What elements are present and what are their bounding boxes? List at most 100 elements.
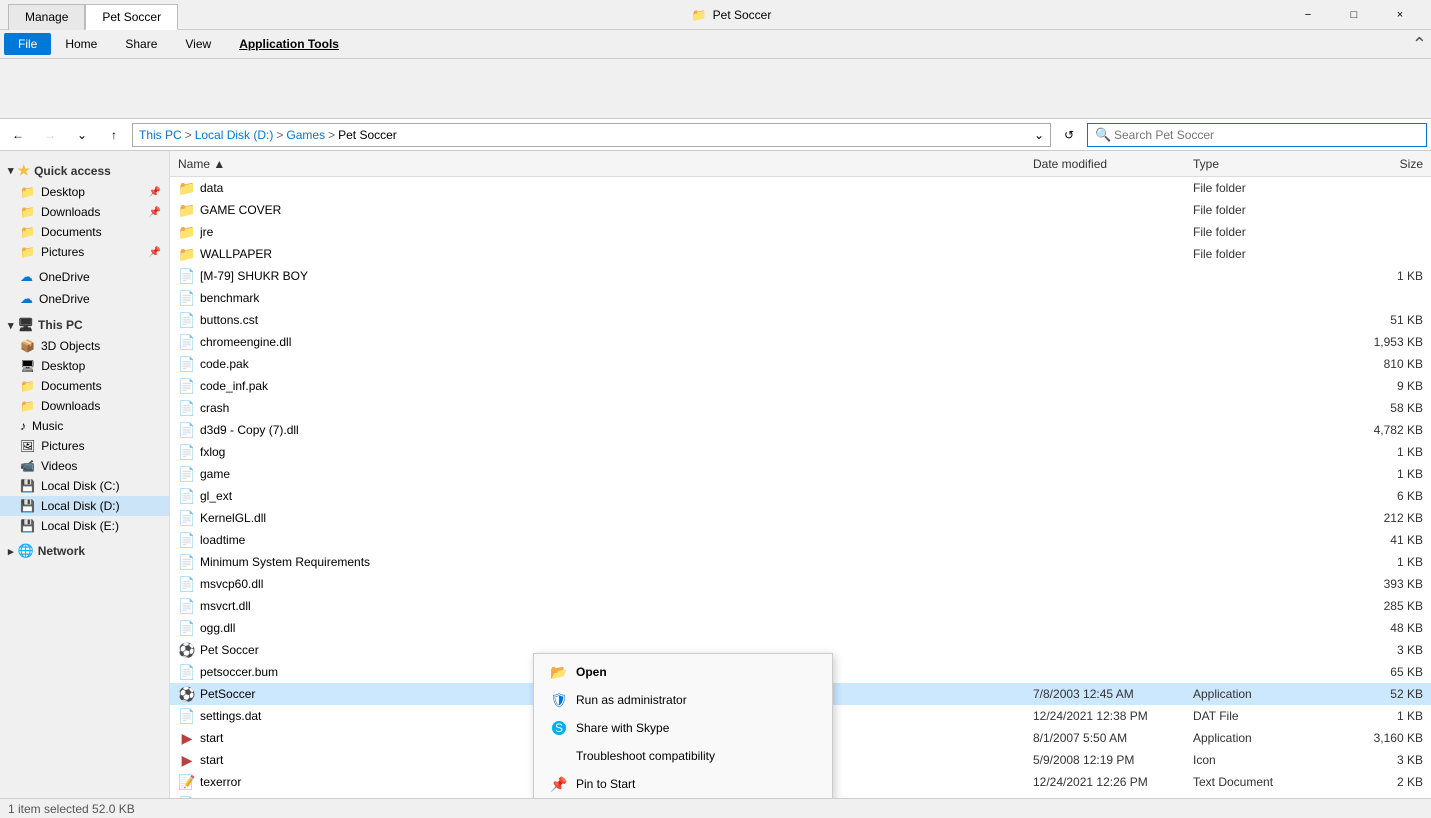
folder-icon: 📁 — [20, 245, 35, 259]
col-header-type[interactable]: Type — [1193, 157, 1333, 171]
sidebar-item-downloads[interactable]: 📁 Downloads 📌 — [0, 202, 169, 222]
sidebar-item-locald[interactable]: 💾 Local Disk (D:) — [0, 496, 169, 516]
table-row[interactable]: 📄 crash 58 KB — [170, 397, 1431, 419]
status-text: 1 item selected 52.0 KB — [8, 802, 135, 816]
file-icon: 📄 — [178, 267, 196, 285]
sidebar-item-localc[interactable]: 💾 Local Disk (C:) — [0, 476, 169, 496]
sidebar-item-music[interactable]: ♪ Music — [0, 416, 169, 436]
sidebar-section-network: ▸ 🌐 Network — [0, 540, 169, 562]
table-row[interactable]: 📄 Minimum System Requirements 1 KB — [170, 551, 1431, 573]
sidebar-item-desktop[interactable]: 📁 Desktop 📌 — [0, 182, 169, 202]
drive-icon: 💾 — [20, 499, 35, 513]
col-header-size[interactable]: Size — [1333, 157, 1423, 171]
window-controls: − □ × — [1285, 0, 1423, 30]
ribbon: File Home Share View Application Tools ⌃ — [0, 30, 1431, 119]
search-input[interactable] — [1087, 123, 1427, 147]
file-icon: 📄 — [178, 663, 196, 681]
network-icon: 🌐 — [18, 543, 34, 559]
ctx-share-skype[interactable]: S Share with Skype — [534, 714, 832, 742]
sidebar-item-onedrive1[interactable]: ☁ OneDrive — [0, 266, 169, 288]
troubleshoot-icon — [550, 747, 568, 765]
open-icon: 📂 — [550, 663, 568, 681]
sidebar-item-3dobjects[interactable]: 📦 3D Objects — [0, 336, 169, 356]
tab-manage[interactable]: Manage — [8, 4, 85, 30]
ribbon-expand-icon[interactable]: ⌃ — [1412, 34, 1427, 55]
file-icon: 📄 — [178, 531, 196, 549]
sidebar-item-documents[interactable]: 📁 Documents — [0, 222, 169, 242]
table-row[interactable]: 📄 fxlog 1 KB — [170, 441, 1431, 463]
exe-icon: ▶ — [178, 729, 196, 747]
forward-button[interactable]: → — [36, 121, 64, 149]
table-row[interactable]: 📁 data File folder — [170, 177, 1431, 199]
folder-icon: 📁 — [20, 225, 35, 239]
address-path[interactable]: This PC > Local Disk (D:) > Games > Pet … — [132, 123, 1051, 147]
table-row[interactable]: 📁 jre File folder — [170, 221, 1431, 243]
up-button[interactable]: ↑ — [100, 121, 128, 149]
folder-icon: 📁 — [20, 185, 35, 199]
table-row[interactable]: 📄 gl_ext 6 KB — [170, 485, 1431, 507]
recent-locations-button[interactable]: ⌄ — [68, 121, 96, 149]
refresh-button[interactable]: ↺ — [1055, 121, 1083, 149]
ctx-troubleshoot[interactable]: Troubleshoot compatibility — [534, 742, 832, 770]
table-row[interactable]: 📄 ogg.dll 48 KB — [170, 617, 1431, 639]
ribbon-tabs: File Home Share View Application Tools ⌃ — [0, 30, 1431, 58]
file-icon: 📄 — [178, 487, 196, 505]
ribbon-tab-share[interactable]: Share — [111, 33, 171, 55]
table-row[interactable]: 📄 chromeengine.dll 1,953 KB — [170, 331, 1431, 353]
sidebar-item-pictures2[interactable]: 🖼 Pictures — [0, 436, 169, 456]
ribbon-tab-home[interactable]: Home — [51, 33, 111, 55]
txt-icon: 📝 — [178, 773, 196, 791]
ribbon-tab-file[interactable]: File — [4, 33, 51, 55]
folder-icon: 📁 — [20, 399, 35, 413]
table-row[interactable]: 📄 d3d9 - Copy (7).dll 4,782 KB — [170, 419, 1431, 441]
minimize-button[interactable]: − — [1285, 0, 1331, 30]
ctx-run-as-admin[interactable]: 🛡 Run as administrator — [534, 686, 832, 714]
close-button[interactable]: × — [1377, 0, 1423, 30]
sidebar-item-documents2[interactable]: 📁 Documents — [0, 376, 169, 396]
sidebar-item-locale[interactable]: 💾 Local Disk (E:) — [0, 516, 169, 536]
table-row[interactable]: 📄 KernelGL.dll 212 KB — [170, 507, 1431, 529]
maximize-button[interactable]: □ — [1331, 0, 1377, 30]
sidebar-item-downloads2[interactable]: 📁 Downloads — [0, 396, 169, 416]
sidebar-item-onedrive2[interactable]: ☁ OneDrive — [0, 288, 169, 310]
ribbon-right-controls: ⌃ — [1412, 34, 1427, 55]
sidebar-header-thispc[interactable]: ▾ 🖥 This PC — [0, 314, 169, 336]
sidebar-item-videos[interactable]: 📹 Videos — [0, 456, 169, 476]
sidebar-section-quickaccess: ▾ ★ Quick access 📁 Desktop 📌 📁 Downloads… — [0, 159, 169, 262]
videos-icon: 📹 — [20, 459, 35, 473]
table-row[interactable]: 📄 buttons.cst 51 KB — [170, 309, 1431, 331]
ctx-open[interactable]: 📂 Open — [534, 658, 832, 686]
pin-icon: 📌 — [149, 207, 161, 218]
dll-icon: 📄 — [178, 421, 196, 439]
sidebar-header-network[interactable]: ▸ 🌐 Network — [0, 540, 169, 562]
dll-icon: 📄 — [178, 509, 196, 527]
table-row[interactable]: 📄 loadtime 41 KB — [170, 529, 1431, 551]
svg-text:S: S — [555, 721, 563, 735]
col-header-date[interactable]: Date modified — [1033, 157, 1193, 171]
skype-icon: S — [550, 719, 568, 737]
sidebar-item-desktop2[interactable]: 🖥 Desktop — [0, 356, 169, 376]
table-row[interactable]: 📄 msvcp60.dll 393 KB — [170, 573, 1431, 595]
table-row[interactable]: 📄 [M-79] SHUKR BOY 1 KB — [170, 265, 1431, 287]
table-row[interactable]: 📁 GAME COVER File folder — [170, 199, 1431, 221]
table-row[interactable]: 📄 game 1 KB — [170, 463, 1431, 485]
file-icon: 📄 — [178, 795, 196, 798]
quick-access-star-icon: ★ — [18, 162, 31, 179]
file-icon: 📄 — [178, 465, 196, 483]
table-row[interactable]: 📄 benchmark — [170, 287, 1431, 309]
table-row[interactable]: 📄 msvcrt.dll 285 KB — [170, 595, 1431, 617]
sidebar-item-pictures[interactable]: 📁 Pictures 📌 — [0, 242, 169, 262]
table-row[interactable]: 📄 code.pak 810 KB — [170, 353, 1431, 375]
tab-petsoccer[interactable]: Pet Soccer — [85, 4, 178, 30]
ribbon-tab-application-tools[interactable]: Application Tools — [225, 33, 353, 55]
table-row[interactable]: 📁 WALLPAPER File folder — [170, 243, 1431, 265]
col-header-name[interactable]: Name ▲ — [178, 157, 1033, 171]
address-dropdown-button[interactable]: ⌄ — [1034, 128, 1044, 142]
sidebar-header-quickaccess[interactable]: ▾ ★ Quick access — [0, 159, 169, 182]
pictures-icon: 🖼 — [20, 439, 35, 453]
ribbon-tab-view[interactable]: View — [171, 33, 225, 55]
table-row[interactable]: 📄 code_inf.pak 9 KB — [170, 375, 1431, 397]
back-button[interactable]: ← — [4, 121, 32, 149]
ctx-pin-start[interactable]: 📌 Pin to Start — [534, 770, 832, 798]
music-icon: ♪ — [20, 419, 26, 433]
